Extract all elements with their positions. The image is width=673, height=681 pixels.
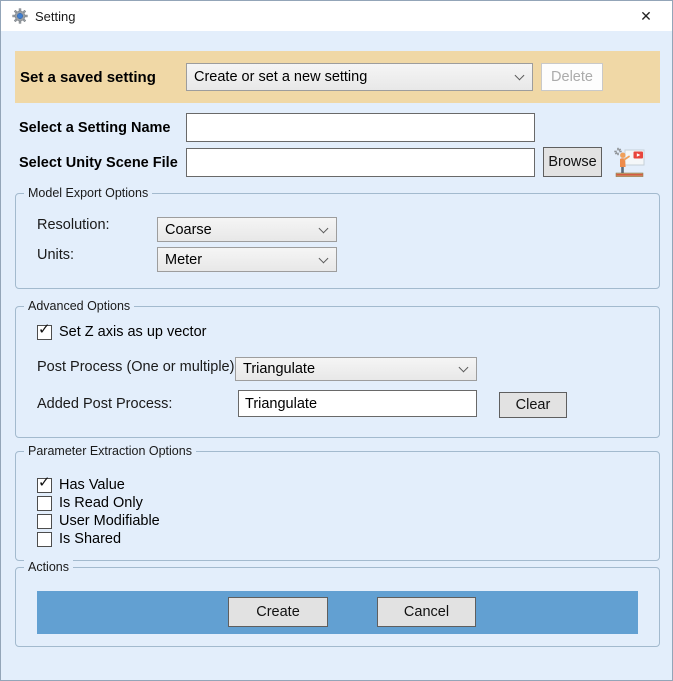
post-process-combobox-value: Triangulate bbox=[243, 361, 316, 377]
user-modifiable-checkbox[interactable]: User Modifiable bbox=[37, 512, 160, 530]
checkbox-box[interactable] bbox=[37, 495, 52, 511]
chevron-down-icon bbox=[318, 253, 329, 263]
setting-name-label: Select a Setting Name bbox=[19, 119, 171, 136]
check-icon: ✓ bbox=[38, 473, 51, 491]
units-label: Units: bbox=[37, 247, 75, 263]
advanced-options-group: Advanced Options ✓ Set Z axis as up vect… bbox=[15, 298, 660, 438]
saved-setting-banner: Set a saved setting Create or set a new … bbox=[15, 51, 660, 103]
post-process-combobox[interactable]: Triangulate bbox=[235, 357, 477, 381]
advanced-options-title: Advanced Options bbox=[24, 298, 135, 315]
delete-button[interactable]: Delete bbox=[541, 63, 603, 91]
actions-title: Actions bbox=[24, 559, 73, 576]
has-value-checkbox[interactable]: ✓ Has Value bbox=[37, 473, 125, 494]
model-export-options-title: Model Export Options bbox=[24, 185, 153, 202]
chevron-down-icon bbox=[458, 362, 469, 373]
check-icon: ✓ bbox=[38, 320, 51, 338]
setting-dialog: Setting ✕ Set a saved setting Create or … bbox=[0, 0, 673, 681]
saved-setting-label: Set a saved setting bbox=[20, 68, 156, 86]
checkbox-box[interactable]: ✓ bbox=[37, 473, 52, 493]
scene-file-input[interactable] bbox=[186, 148, 535, 177]
cancel-button[interactable]: Cancel bbox=[377, 597, 476, 627]
resolution-combobox-value: Coarse bbox=[165, 221, 212, 238]
action-bar: Create Cancel bbox=[37, 591, 638, 634]
is-read-only-checkbox[interactable]: Is Read Only bbox=[37, 494, 143, 512]
create-button[interactable]: Create bbox=[228, 597, 328, 627]
post-process-label: Post Process (One or multiple): bbox=[37, 359, 239, 375]
scene-presentation-icon bbox=[614, 147, 645, 177]
is-read-only-label: Is Read Only bbox=[59, 495, 143, 511]
added-post-process-input[interactable] bbox=[238, 390, 477, 417]
clear-button[interactable]: Clear bbox=[499, 392, 567, 418]
checkbox-box[interactable] bbox=[37, 513, 52, 529]
resolution-combobox[interactable]: Coarse bbox=[157, 217, 337, 242]
z-axis-checkbox[interactable]: ✓ Set Z axis as up vector bbox=[37, 320, 207, 341]
chevron-down-icon bbox=[514, 70, 525, 81]
units-combobox-value: Meter bbox=[165, 251, 203, 268]
scene-file-label: Select Unity Scene File bbox=[19, 154, 178, 171]
parameter-extraction-group: Parameter Extraction Options ✓ Has Value… bbox=[15, 443, 660, 561]
user-modifiable-label: User Modifiable bbox=[59, 513, 160, 529]
browse-button[interactable]: Browse bbox=[543, 147, 602, 177]
is-shared-checkbox[interactable]: Is Shared bbox=[37, 530, 121, 548]
gear-icon bbox=[12, 8, 28, 24]
saved-setting-combobox-value: Create or set a new setting bbox=[194, 69, 368, 85]
saved-setting-combobox[interactable]: Create or set a new setting bbox=[186, 63, 533, 91]
z-axis-checkbox-label: Set Z axis as up vector bbox=[59, 324, 207, 340]
parameter-extraction-title: Parameter Extraction Options bbox=[24, 443, 196, 460]
units-combobox[interactable]: Meter bbox=[157, 247, 337, 272]
model-export-options-group: Model Export Options Resolution: Coarse … bbox=[15, 185, 660, 289]
window-title: Setting bbox=[35, 8, 76, 24]
close-icon[interactable]: ✕ bbox=[628, 4, 664, 28]
has-value-label: Has Value bbox=[59, 477, 125, 493]
actions-group: Actions Create Cancel bbox=[15, 559, 660, 647]
added-post-process-label: Added Post Process: bbox=[37, 396, 173, 412]
is-shared-label: Is Shared bbox=[59, 531, 122, 547]
checkbox-box[interactable] bbox=[37, 531, 52, 547]
title-bar: Setting ✕ bbox=[1, 1, 672, 31]
chevron-down-icon bbox=[318, 223, 329, 233]
resolution-label: Resolution: bbox=[37, 217, 110, 233]
setting-name-input[interactable] bbox=[186, 113, 535, 142]
checkbox-box[interactable]: ✓ bbox=[37, 320, 52, 340]
